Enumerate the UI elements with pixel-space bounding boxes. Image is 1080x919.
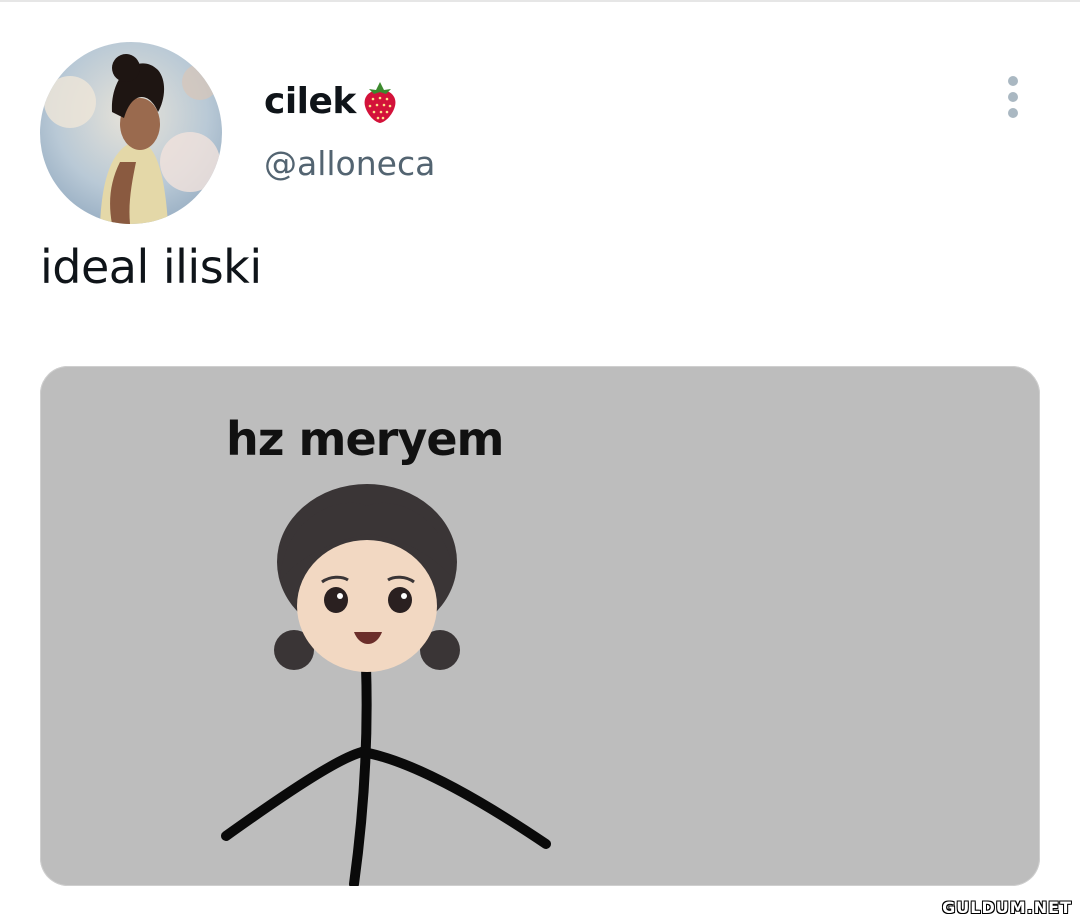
more-vertical-icon-dot	[1008, 108, 1018, 118]
tweet-text: ideal iliski	[40, 240, 262, 294]
stick-figure-girl	[221, 484, 551, 886]
top-divider	[0, 0, 1080, 2]
more-options-button[interactable]	[996, 72, 1030, 122]
more-vertical-icon-dot	[1008, 92, 1018, 102]
strawberry-icon	[364, 82, 396, 123]
avatar[interactable]	[40, 42, 222, 224]
tweet-media[interactable]: hz meryem	[40, 366, 1040, 886]
more-vertical-icon	[1008, 76, 1018, 86]
user-handle[interactable]: @alloneca	[264, 144, 435, 183]
watermark: GULDUM.NET	[942, 898, 1072, 917]
display-name-text: cilek	[264, 80, 356, 122]
avatar-image	[40, 42, 222, 224]
display-name[interactable]: cilek	[264, 78, 400, 124]
